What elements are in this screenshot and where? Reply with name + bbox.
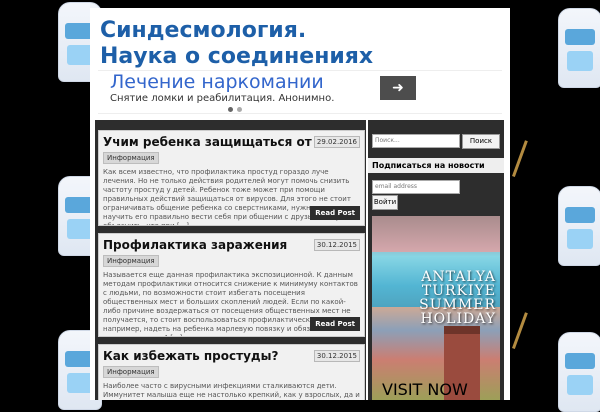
ad-text: Снятие ломки и реабилитация. Анонимно. Д… [110, 93, 335, 104]
subscribe-widget-title: Подписаться на новости [368, 158, 504, 173]
sidebar: Поиск... Поиск Подписаться на новости em… [368, 120, 504, 400]
post-excerpt: Наиболее часто с вирусными инфекциями ст… [103, 382, 360, 399]
read-post-button[interactable]: Read Post [310, 317, 360, 331]
ad-dot[interactable] [237, 107, 242, 112]
post-category[interactable]: Информация [103, 366, 159, 378]
post-card: Учим ребенка защищаться от простуд 29.02… [98, 130, 365, 226]
post-card: Как избежать простуды? 30.12.2015 Информ… [98, 344, 365, 400]
search-input[interactable]: Поиск... [372, 134, 460, 148]
subscribe-button[interactable]: Войти [372, 195, 398, 210]
search-button[interactable]: Поиск [462, 134, 500, 149]
email-field[interactable]: email address [372, 180, 460, 194]
ad-banner[interactable]: Лечение наркомании Снятие ломки и реабил… [98, 70, 502, 114]
post-date: 30.12.2015 [313, 350, 360, 362]
post-category[interactable]: Информация [103, 152, 159, 164]
ad-dot-active[interactable] [228, 107, 233, 112]
posts-column: Учим ребенка защищаться от простуд 29.02… [95, 120, 366, 400]
post-card: Профилактика заражения 30.12.2015 Информ… [98, 233, 365, 337]
post-date: 29.02.2016 [313, 136, 360, 148]
background-product-right-bottom [558, 332, 600, 412]
post-title[interactable]: Профилактика заражения [103, 238, 287, 253]
ad-arrow-button[interactable]: ➜ [380, 76, 416, 100]
promo-line-4: HOLIDAY [420, 311, 496, 327]
post-title[interactable]: Как избежать простуды? [103, 349, 278, 364]
ad-title[interactable]: Лечение наркомании [110, 71, 324, 93]
travel-promo-ad[interactable]: ANTALYA TURKIYE SUMMER HOLIDAY VISIT NOW [372, 216, 500, 400]
ad-pagination-dots [228, 107, 242, 112]
post-category[interactable]: Информация [103, 255, 159, 267]
page-container: Синдесмология. Наука о соединениях косте… [90, 8, 510, 400]
post-date: 30.12.2015 [313, 239, 360, 251]
wheat-decoration-icon [512, 140, 541, 182]
search-form: Поиск... Поиск [372, 134, 500, 149]
read-post-button[interactable]: Read Post [310, 206, 360, 220]
wheat-decoration-icon [512, 312, 541, 354]
background-product-right-middle [558, 186, 600, 266]
background-product-right-top [558, 8, 600, 88]
promo-bottom-text: VISIT NOW [382, 380, 468, 399]
